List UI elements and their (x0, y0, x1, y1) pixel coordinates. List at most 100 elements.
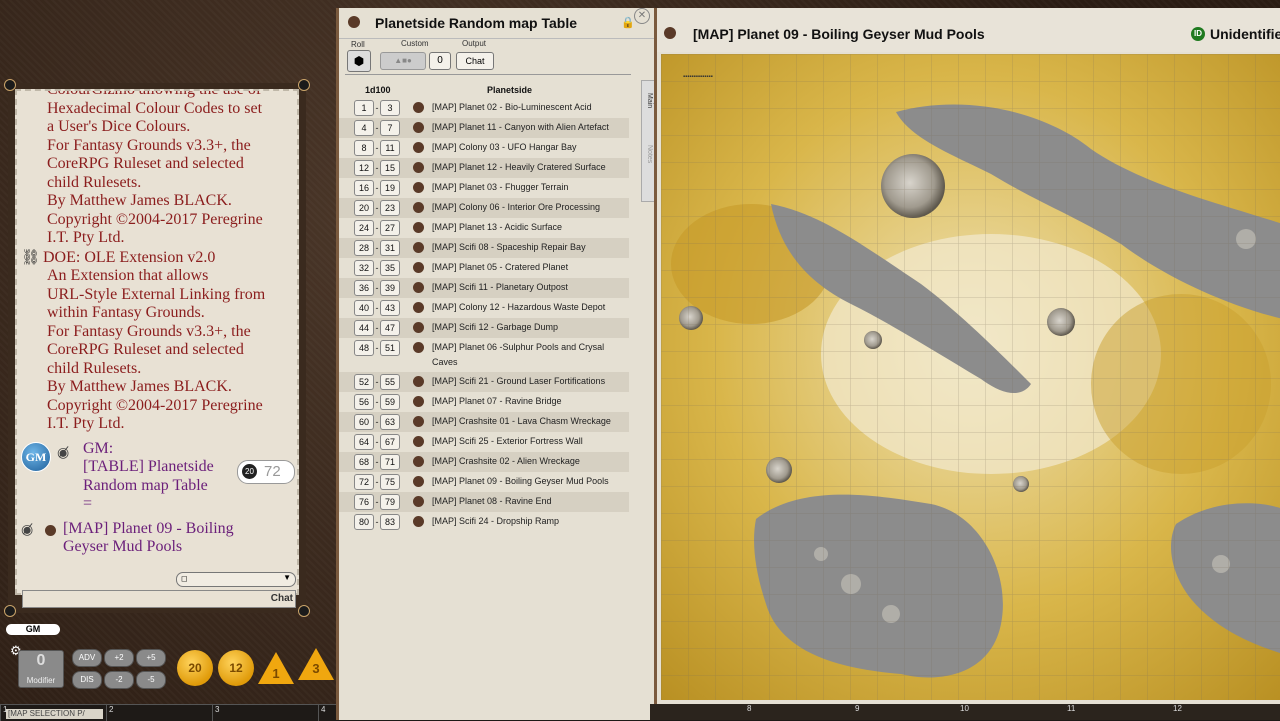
map-link-icon[interactable] (413, 496, 424, 507)
d12-die-icon[interactable]: 12 (218, 650, 254, 686)
map-link-icon[interactable] (413, 122, 424, 133)
map-link-icon[interactable] (413, 302, 424, 313)
map-link-icon[interactable] (413, 322, 424, 333)
range-to: 7 (380, 120, 400, 136)
minus-two-button[interactable]: -2 (104, 671, 134, 689)
chat-line: I.T. Pty Ltd. (47, 415, 125, 432)
plus-two-button[interactable]: +2 (104, 649, 134, 667)
table-row[interactable]: 20-23 [MAP] Colony 06 - Interior Ore Proc… (339, 198, 629, 218)
modifier-box[interactable]: 0 Modifier (18, 650, 64, 688)
table-row[interactable]: 40-43 [MAP] Colony 12 - Hazardous Waste D… (339, 298, 629, 318)
hotkey-slot[interactable]: 2 (106, 705, 113, 721)
table-row[interactable]: 4-7 [MAP] Planet 11 - Canyon with Alien A… (339, 118, 629, 138)
map-link-icon[interactable] (413, 456, 424, 467)
table-row[interactable]: 48-51 [MAP] Planet 06 -Sulphur Pools and … (339, 338, 629, 372)
d20-die-icon[interactable]: 20 (177, 650, 213, 686)
d10-die-icon[interactable]: 1 (258, 652, 294, 684)
table-row[interactable]: 52-55 [MAP] Scifi 21 - Ground Laser Forti… (339, 372, 629, 392)
map-window-header[interactable]: [MAP] Planet 09 - Boiling Geyser Mud Poo… (657, 8, 1280, 52)
table-row[interactable]: 1-3 [MAP] Planet 02 - Bio-Luminescent Aci… (339, 98, 629, 118)
map-link-icon[interactable] (413, 242, 424, 253)
map-link-icon[interactable] (413, 476, 424, 487)
close-icon[interactable]: ✕ (634, 8, 650, 24)
map-selection-slot[interactable]: [MAP SELECTION P/ (6, 709, 103, 719)
table-row[interactable]: 36-39 [MAP] Scifi 11 - Planetary Outpost (339, 278, 629, 298)
range-from: 16 (354, 180, 374, 196)
chat-line: Hexadecimal Colour Codes to set (47, 99, 263, 117)
map-link-message[interactable]: ◉̸ [MAP] Planet 09 - Boiling Geyser Mud … (21, 520, 291, 557)
table-row[interactable]: 12-15 [MAP] Planet 12 - Heavily Cratered … (339, 158, 629, 178)
visibility-icon[interactable]: ◉̸ (21, 521, 33, 540)
table-link[interactable]: [TABLE] Planetside (83, 458, 214, 477)
map-link-icon[interactable] (413, 182, 424, 193)
output-select-button[interactable]: Chat (456, 52, 494, 70)
range-to: 67 (380, 434, 400, 450)
table-row[interactable]: 32-35 [MAP] Planet 05 - Cratered Planet (339, 258, 629, 278)
table-row[interactable]: 24-27 [MAP] Planet 13 - Acidic Surface (339, 218, 629, 238)
map-link-icon[interactable] (413, 396, 424, 407)
custom-dice-button[interactable]: ▲■● (380, 52, 426, 70)
chat-line: By Matthew James BLACK. (47, 192, 232, 209)
custom-value-field[interactable]: 0 (429, 52, 451, 70)
hotkey-slot[interactable]: 1 (0, 705, 7, 721)
chat-log[interactable]: ColourGizmo allowing the use of Hexadecim… (15, 89, 299, 595)
table-row[interactable]: 8-11 [MAP] Colony 03 - UFO Hangar Bay (339, 138, 629, 158)
hotkey-slot[interactable]: 3 (212, 705, 219, 721)
minus-five-button[interactable]: -5 (136, 671, 166, 689)
table-row[interactable]: 80-83 [MAP] Scifi 24 - Dropship Ramp (339, 512, 629, 532)
table-row[interactable]: 76-79 [MAP] Planet 08 - Ravine End (339, 492, 629, 512)
map-link-icon[interactable] (413, 342, 424, 353)
tab-main[interactable]: Main (643, 93, 653, 108)
disadvantage-button[interactable]: DIS (72, 671, 102, 689)
chat-line: child Rulesets. (47, 359, 142, 377)
table-row[interactable]: 72-75 [MAP] Planet 09 - Boiling Geyser Mu… (339, 472, 629, 492)
table-row[interactable]: 64-67 [MAP] Scifi 25 - Exterior Fortress … (339, 432, 629, 452)
table-side-tabs: Main Notes (641, 80, 655, 202)
svg-text:▪▪▪▪▪▪▪▪▪▪▪▪▪▪: ▪▪▪▪▪▪▪▪▪▪▪▪▪▪ (683, 74, 713, 80)
table-row[interactable]: 68-71 [MAP] Crashsite 02 - Alien Wreckage (339, 452, 629, 472)
chat-line: CoreRPG Ruleset and selected (47, 341, 244, 358)
map-link-icon (45, 524, 56, 536)
map-link-icon[interactable] (413, 436, 424, 447)
advantage-button[interactable]: ADV (72, 649, 102, 667)
roll-result-badge[interactable]: 20 72 (237, 459, 295, 484)
map-link-icon[interactable] (413, 222, 424, 233)
table-row[interactable]: 60-63 [MAP] Crashsite 01 - Lava Chasm Wre… (339, 412, 629, 432)
table-window-header[interactable]: Planetside Random map Table 🔒 ✕ (339, 8, 655, 39)
map-link-icon[interactable] (413, 376, 424, 387)
gm-identity-tag[interactable]: GM (6, 624, 60, 635)
row-result: [MAP] Colony 06 - Interior Ore Processin… (432, 202, 601, 212)
range-from: 68 (354, 454, 374, 470)
table-row[interactable]: 28-31 [MAP] Scifi 08 - Spaceship Repair B… (339, 238, 629, 258)
range-from: 76 (354, 494, 374, 510)
roll-button[interactable]: ⬢ (347, 50, 371, 72)
range-from: 40 (354, 300, 374, 316)
table-row[interactable]: 16-19 [MAP] Planet 03 - Fhugger Terrain (339, 178, 629, 198)
map-link-icon[interactable] (413, 202, 424, 213)
chat-line: Copyright ©2004-2017 Peregrine (47, 210, 263, 228)
range-to: 11 (380, 140, 400, 156)
chat-mode-select[interactable]: ◻ ▼ (176, 572, 296, 587)
chat-line: ColourGizmo allowing the use of (47, 89, 262, 98)
map-link-icon[interactable] (413, 162, 424, 173)
table-row[interactable]: 44-47 [MAP] Scifi 12 - Garbage Dump (339, 318, 629, 338)
visibility-icon[interactable]: ◉̸ (57, 444, 69, 463)
chat-entry-input[interactable]: Chat (22, 590, 296, 608)
map-link-icon[interactable] (413, 142, 424, 153)
tab-notes[interactable]: Notes (643, 145, 653, 163)
plus-five-button[interactable]: +5 (136, 649, 166, 667)
map-link-icon[interactable] (413, 282, 424, 293)
d8-die-icon[interactable]: 3 (298, 648, 334, 680)
map-link-icon[interactable] (413, 416, 424, 427)
chat-line: child Rulesets. (47, 173, 142, 191)
map-link-icon[interactable] (413, 102, 424, 113)
column-header-name: Planetside (487, 85, 533, 95)
chat-send-button[interactable]: Chat (271, 591, 293, 607)
map-link-icon[interactable] (413, 262, 424, 273)
identified-icon[interactable]: ID (1191, 27, 1205, 41)
table-row[interactable]: 56-59 [MAP] Planet 07 - Ravine Bridge (339, 392, 629, 412)
map-image[interactable]: ▪▪▪▪▪▪▪▪▪▪▪▪▪▪ (661, 54, 1280, 700)
hotkey-slot[interactable]: 4 (318, 705, 325, 721)
lock-icon[interactable]: 🔒 (621, 16, 635, 29)
map-link-icon[interactable] (413, 516, 424, 527)
